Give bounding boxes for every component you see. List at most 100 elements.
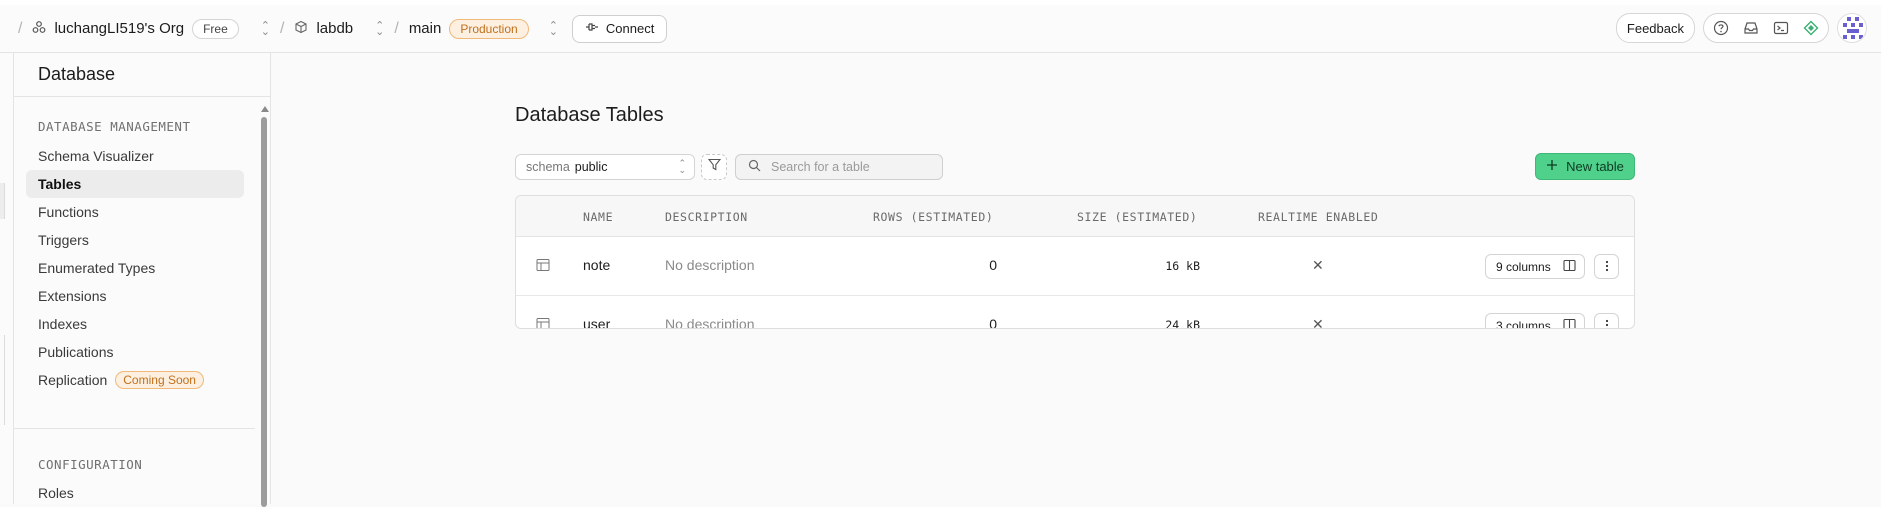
table-size-estimate: 16 kB (1165, 259, 1200, 273)
column-header-realtime: REALTIME ENABLED (1258, 210, 1379, 224)
table-name[interactable]: note (583, 257, 610, 273)
inbox-icon[interactable] (1742, 19, 1760, 37)
realtime-disabled-icon: ✕ (1312, 316, 1324, 329)
search-input[interactable] (771, 160, 931, 174)
table-size-estimate: 24 kB (1165, 318, 1200, 329)
table-rows-estimate: 0 (989, 316, 997, 329)
feedback-button[interactable]: Feedback (1615, 13, 1695, 43)
sidebar-divider (14, 428, 255, 429)
breadcrumb: / luchangLI519's Org Free ⌃ ⌄ / labdb ⌃ ⌄ … (0, 5, 668, 52)
columns-count-label: 9 columns (1496, 259, 1551, 274)
chevron-updown-icon[interactable]: ⌃ ⌄ (549, 20, 558, 37)
sidebar-item-replication[interactable]: Replication Coming Soon (26, 366, 244, 394)
coming-soon-badge: Coming Soon (115, 371, 204, 389)
sidebar-scrollbar[interactable] (258, 97, 270, 507)
cube-icon (294, 20, 308, 38)
column-header-rows: ROWS (ESTIMATED) (873, 210, 994, 224)
columns-icon (1563, 259, 1576, 275)
sidebar-item-label: Extensions (38, 288, 107, 304)
sidebar-item-tables[interactable]: Tables (26, 170, 244, 198)
connect-label: Connect (605, 21, 655, 36)
breadcrumb-separator: / (18, 19, 23, 37)
table-description: No description (665, 257, 755, 273)
help-icon[interactable] (1712, 19, 1730, 37)
filter-icon (707, 158, 721, 176)
new-table-button[interactable]: New table (1535, 153, 1635, 180)
table-search[interactable] (735, 154, 943, 180)
table-row[interactable]: note No description 0 16 kB ✕ 9 columns (516, 237, 1634, 296)
project-selector[interactable]: labdb ⌃ ⌄ (294, 20, 384, 38)
schema-select[interactable]: schema public ⌃ ⌄ (515, 154, 695, 180)
sidebar-item-publications[interactable]: Publications (26, 338, 244, 366)
table-row[interactable]: user No description 0 24 kB ✕ 3 columns (516, 296, 1634, 329)
column-header-size: SIZE (ESTIMATED) (1077, 210, 1198, 224)
view-columns-button[interactable]: 3 columns (1485, 313, 1585, 329)
utility-icons (1703, 13, 1829, 43)
sidebar-item-functions[interactable]: Functions (26, 198, 244, 226)
column-header-name: NAME (583, 210, 614, 224)
table-icon (536, 258, 550, 275)
environment-badge: Production (449, 18, 529, 39)
table-description: No description (665, 316, 755, 329)
table-header: NAME DESCRIPTION ROWS (ESTIMATED) SIZE (… (516, 196, 1634, 237)
table-name[interactable]: user (583, 316, 610, 328)
rail-active-marker (0, 183, 5, 219)
top-right-actions: Feedback (1615, 13, 1867, 43)
sidebar-item-label: Functions (38, 204, 99, 220)
sidebar-item-label: Tables (38, 176, 82, 192)
avatar[interactable] (1837, 13, 1867, 43)
more-vertical-icon (1605, 318, 1609, 328)
rail-divider (0, 335, 5, 425)
sidebar: Database DATABASE MANAGEMENT Schema Visu… (14, 53, 271, 507)
main-content: Database Tables schema public ⌃⌄ New tab… (271, 53, 1881, 504)
column-header-description: DESCRIPTION (665, 210, 748, 224)
org-icon (32, 20, 46, 38)
scrollbar-thumb[interactable] (261, 117, 267, 507)
schema-select-value: public (574, 160, 608, 174)
project-name: labdb (316, 20, 354, 37)
more-vertical-icon (1605, 259, 1609, 275)
assistant-icon[interactable] (1802, 19, 1820, 37)
org-name: luchangLI519's Org (54, 20, 185, 37)
sidebar-item-label: Publications (38, 344, 114, 360)
chevron-updown-icon: ⌃ ⌄ (678, 158, 686, 175)
plus-icon (1546, 159, 1558, 174)
sidebar-item-triggers[interactable]: Triggers (26, 226, 244, 254)
sidebar-item-label: Replication (38, 372, 108, 388)
sidebar-item-indexes[interactable]: Indexes (26, 310, 244, 338)
sidebar-item-extensions[interactable]: Extensions (26, 282, 244, 310)
row-actions-button[interactable] (1594, 254, 1619, 279)
view-columns-button[interactable]: 9 columns (1485, 254, 1585, 279)
sidebar-item-label: Schema Visualizer (38, 148, 154, 164)
connect-button[interactable]: Connect (571, 14, 668, 43)
sidebar-section-heading: CONFIGURATION (38, 457, 143, 472)
plug-icon (585, 21, 599, 36)
chevron-updown-icon[interactable]: ⌃ ⌄ (261, 20, 270, 37)
sidebar-section-heading: DATABASE MANAGEMENT (38, 119, 191, 134)
realtime-disabled-icon: ✕ (1312, 257, 1324, 273)
branch-selector[interactable]: main Production ⌃ ⌄ (408, 18, 558, 39)
terminal-icon[interactable] (1772, 19, 1790, 37)
scroll-up-arrow-icon[interactable] (261, 106, 269, 112)
sidebar-item-roles[interactable]: Roles (38, 485, 74, 501)
top-bar: / luchangLI519's Org Free ⌃ ⌄ / labdb ⌃ ⌄ … (0, 0, 1881, 53)
org-plan-badge: Free (192, 18, 239, 39)
sidebar-item-enumerated-types[interactable]: Enumerated Types (26, 254, 244, 282)
breadcrumb-separator: / (279, 19, 285, 37)
org-selector[interactable]: luchangLI519's Org Free ⌃ ⌄ (32, 18, 270, 39)
sidebar-title: Database (14, 53, 270, 97)
sidebar-item-label: Indexes (38, 316, 88, 332)
breadcrumb-separator: / (394, 19, 399, 37)
filter-button[interactable] (701, 154, 727, 180)
branch-name: main (408, 20, 442, 37)
columns-icon (1563, 318, 1576, 328)
columns-count-label: 3 columns (1496, 318, 1551, 329)
tables-table: NAME DESCRIPTION ROWS (ESTIMATED) SIZE (… (515, 195, 1635, 329)
page-title: Database Tables (515, 104, 664, 126)
sidebar-item-schema-visualizer[interactable]: Schema Visualizer (26, 142, 244, 170)
table-icon (536, 317, 550, 328)
sidebar-menu: Schema Visualizer Tables Functions Trigg… (14, 142, 244, 394)
new-table-label: New table (1566, 159, 1624, 174)
row-actions-button[interactable] (1594, 313, 1619, 328)
chevron-updown-icon[interactable]: ⌃ ⌄ (375, 20, 384, 37)
